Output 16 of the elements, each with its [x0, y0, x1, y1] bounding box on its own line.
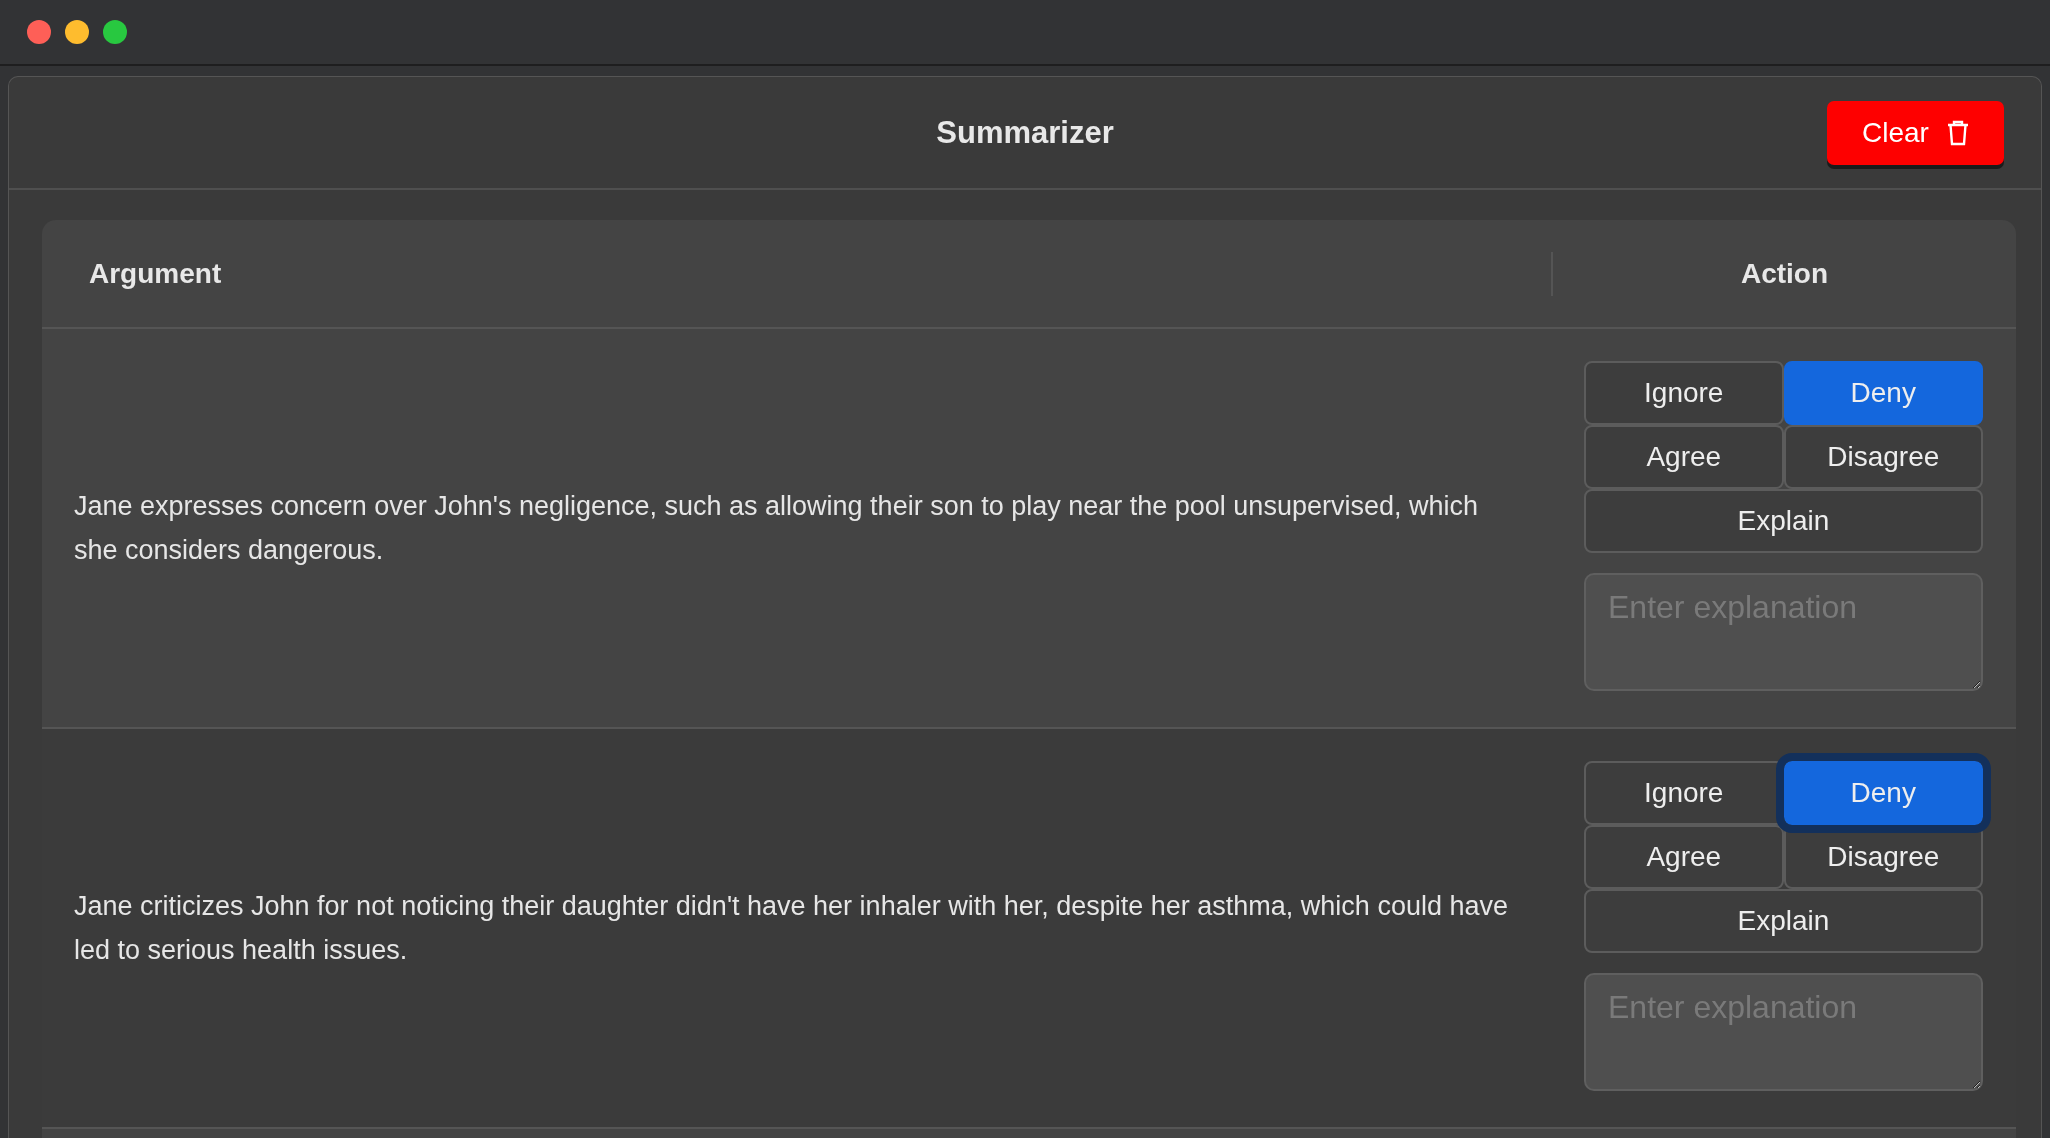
minimize-icon[interactable] — [65, 20, 89, 44]
column-header: Argument — [88, 257, 223, 290]
action-button[interactable]: Explain — [1584, 889, 1983, 953]
action-button[interactable]: Agree — [1584, 425, 1784, 489]
close-icon[interactable] — [27, 20, 51, 44]
argument-text: Jane expresses concern over John's negligence, such as allowing their son to play near the pool unsupervised, which she considers dangerous. — [73, 490, 1479, 567]
action-button[interactable]: Agree — [1584, 825, 1784, 889]
trash-icon — [1946, 120, 1969, 146]
argument-text: Jane criticizes John for not noticing their daughter didn't have her inhaler with her, despite her asthma, which could have led to serious health issues. — [73, 890, 1509, 967]
window-title: Summarizer — [936, 114, 1114, 151]
maximize-icon[interactable] — [103, 20, 127, 44]
column-header: Action — [1551, 251, 2016, 296]
action-button[interactable]: Disagree — [1783, 425, 1983, 489]
action-button[interactable]: Deny — [1783, 361, 1983, 425]
action-button[interactable]: Explain — [1584, 489, 1983, 553]
action-button[interactable]: Ignore — [1584, 361, 1784, 425]
